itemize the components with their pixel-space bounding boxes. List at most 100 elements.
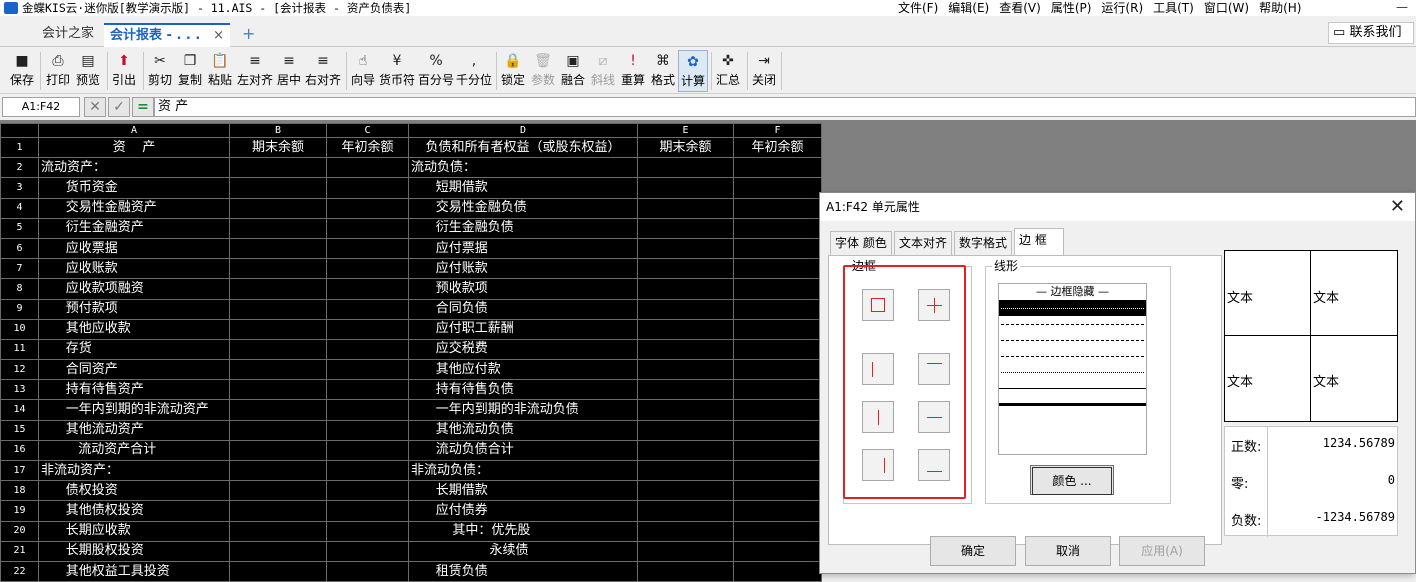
cell-reference-box[interactable]: A1:F42: [2, 97, 80, 117]
table-cell[interactable]: 其他流动负债: [408, 419, 638, 441]
align-left-button[interactable]: ≡ 左对齐: [236, 50, 274, 92]
table-cell[interactable]: 年初余额: [326, 136, 409, 159]
preview-button[interactable]: ▤ 预览: [74, 50, 102, 92]
cancel-edit-icon[interactable]: ✕: [84, 97, 106, 117]
table-cell[interactable]: [637, 560, 734, 582]
table-cell[interactable]: [229, 560, 327, 582]
minimize-icon[interactable]: —: [1388, 0, 1416, 16]
row-header[interactable]: 15: [0, 419, 39, 441]
table-cell[interactable]: [733, 217, 822, 239]
table-cell[interactable]: 负债和所有者权益（或股东权益）: [408, 136, 638, 159]
paste-button[interactable]: 📋 粘贴: [206, 50, 234, 92]
table-cell[interactable]: 货币资金: [38, 177, 230, 199]
table-cell[interactable]: 存货: [38, 338, 230, 361]
table-cell[interactable]: [637, 278, 734, 300]
table-cell[interactable]: [637, 459, 734, 482]
lock-button[interactable]: 🔒 锁定: [499, 50, 527, 92]
table-cell[interactable]: 长期股权投资: [38, 540, 230, 562]
table-cell[interactable]: 年初余额: [733, 136, 822, 159]
menu-help[interactable]: 帮助(H): [1257, 0, 1309, 16]
line-option-thin[interactable]: [999, 380, 1146, 396]
color-button[interactable]: 颜色 ...: [1030, 465, 1114, 495]
table-cell[interactable]: [326, 439, 409, 462]
table-cell[interactable]: [637, 338, 734, 361]
table-cell[interactable]: 合同资产: [38, 359, 230, 381]
column-header[interactable]: E: [637, 123, 734, 138]
menu-tools[interactable]: 工具(T): [1151, 0, 1202, 16]
table-cell[interactable]: 流动负债：: [408, 157, 638, 179]
table-cell[interactable]: 非流动资产：: [38, 459, 230, 482]
table-cell[interactable]: 持有待售负债: [408, 379, 638, 401]
align-center-button[interactable]: ≡ 居中: [276, 50, 302, 92]
table-cell[interactable]: [637, 379, 734, 401]
row-header[interactable]: 7: [0, 258, 39, 280]
line-option-thick[interactable]: [999, 396, 1146, 412]
recalc-button[interactable]: ! 重算: [619, 50, 647, 92]
table-cell[interactable]: 永续债: [408, 540, 638, 562]
table-cell[interactable]: [229, 540, 327, 562]
table-cell[interactable]: 交易性金融资产: [38, 197, 230, 219]
merge-button[interactable]: ▣ 融合: [559, 50, 587, 92]
currency-button[interactable]: ¥ 货币符: [378, 50, 416, 92]
add-tab-icon[interactable]: +: [236, 23, 256, 47]
column-header[interactable]: B: [229, 123, 327, 138]
table-cell[interactable]: [637, 217, 734, 239]
table-cell[interactable]: [229, 459, 327, 482]
table-cell[interactable]: [733, 500, 822, 522]
align-right-button[interactable]: ≡ 右对齐: [304, 50, 342, 92]
table-cell[interactable]: [229, 399, 327, 421]
table-cell[interactable]: 其中：优先股: [408, 520, 638, 542]
tab-text-align[interactable]: 文本对齐: [894, 231, 953, 255]
table-cell[interactable]: [229, 278, 327, 300]
table-cell[interactable]: [326, 318, 409, 340]
calculate-button[interactable]: ✿ 计算: [678, 50, 708, 92]
row-header[interactable]: 1: [0, 136, 39, 159]
table-cell[interactable]: [733, 459, 822, 482]
table-cell[interactable]: 应收票据: [38, 237, 230, 260]
table-cell[interactable]: [637, 258, 734, 280]
row-header[interactable]: 21: [0, 540, 39, 562]
table-cell[interactable]: [229, 217, 327, 239]
formula-input[interactable]: 资 产: [154, 97, 1416, 117]
params-button[interactable]: 🗑 参数: [529, 50, 557, 92]
table-cell[interactable]: [326, 419, 409, 441]
menu-view[interactable]: 查看(V): [997, 0, 1049, 16]
row-header[interactable]: 2: [0, 157, 39, 179]
row-header[interactable]: 14: [0, 399, 39, 421]
table-cell[interactable]: [733, 399, 822, 421]
row-header[interactable]: 12: [0, 359, 39, 381]
table-cell[interactable]: [326, 480, 409, 502]
line-option-long-dash[interactable]: [999, 332, 1146, 348]
column-header[interactable]: A: [38, 123, 230, 138]
format-button[interactable]: ⌘ 格式: [649, 50, 677, 92]
table-cell[interactable]: [637, 318, 734, 340]
table-cell[interactable]: 一年内到期的非流动负债: [408, 399, 638, 421]
table-cell[interactable]: [229, 439, 327, 462]
table-cell[interactable]: 期末余额: [637, 136, 734, 159]
table-cell[interactable]: [637, 419, 734, 441]
table-cell[interactable]: [229, 359, 327, 381]
table-cell[interactable]: 应收款项融资: [38, 278, 230, 300]
table-cell[interactable]: [637, 298, 734, 320]
close-button[interactable]: ⇥ 关闭: [750, 50, 778, 92]
table-cell[interactable]: [637, 359, 734, 381]
row-header[interactable]: 13: [0, 379, 39, 401]
diagonal-button[interactable]: ⧄ 斜线: [589, 50, 617, 92]
table-cell[interactable]: [326, 560, 409, 582]
tab-font-color[interactable]: 字体 颜色: [830, 231, 892, 255]
row-header[interactable]: 9: [0, 298, 39, 320]
percent-button[interactable]: % 百分号: [417, 50, 455, 92]
table-cell[interactable]: [229, 500, 327, 522]
row-header[interactable]: 17: [0, 459, 39, 482]
table-cell[interactable]: 应收账款: [38, 258, 230, 280]
table-cell[interactable]: [326, 177, 409, 199]
table-cell[interactable]: 债权投资: [38, 480, 230, 502]
dialog-close-icon[interactable]: ✕: [1390, 197, 1405, 217]
print-button[interactable]: ⎙ 打印: [44, 50, 72, 92]
row-header[interactable]: 20: [0, 520, 39, 542]
menu-file[interactable]: 文件(F): [896, 0, 946, 16]
copy-button[interactable]: ❐ 复制: [176, 50, 204, 92]
table-cell[interactable]: [637, 237, 734, 260]
table-cell[interactable]: 应付账款: [408, 258, 638, 280]
row-header[interactable]: 3: [0, 177, 39, 199]
